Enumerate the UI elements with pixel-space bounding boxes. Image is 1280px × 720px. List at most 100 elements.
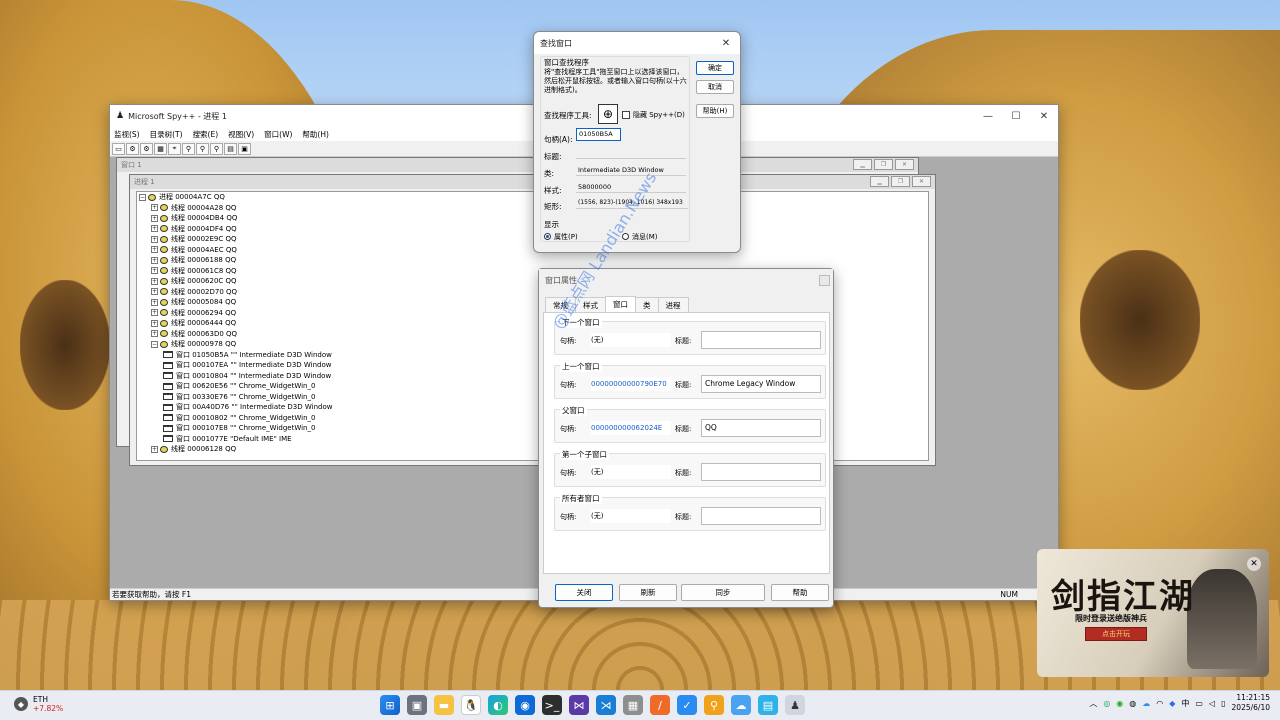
tray-app-icon[interactable]: ◎: [1103, 699, 1110, 708]
tray-lang[interactable]: 中: [1181, 698, 1189, 709]
mdi-back-title-bar[interactable]: 窗口 1 ▁ ❐ ✕: [117, 158, 918, 172]
spy-taskbar-icon[interactable]: ♟: [785, 695, 805, 715]
refresh-button[interactable]: 刷新: [619, 584, 677, 601]
mdi-front-minimize[interactable]: ▁: [870, 176, 889, 187]
find-close-button[interactable]: ✕: [712, 32, 740, 54]
tree-collapse-icon[interactable]: −: [139, 193, 146, 201]
refresh-icon[interactable]: ▣: [238, 142, 251, 155]
tree-expand-icon[interactable]: +: [151, 277, 158, 285]
log-messages-icon[interactable]: ▦: [154, 142, 167, 155]
windows-view-icon[interactable]: ▭: [112, 142, 125, 155]
edge-icon[interactable]: ◐: [488, 695, 508, 715]
menu-window[interactable]: 窗口(W): [264, 129, 292, 140]
tree-expand-icon[interactable]: +: [151, 445, 158, 453]
tray-wechat-icon[interactable]: ◉: [1116, 699, 1123, 708]
visual-studio-icon[interactable]: ⋈: [569, 695, 589, 715]
weather-icon[interactable]: ☁: [731, 695, 751, 715]
find-prev-icon[interactable]: ⚲: [210, 142, 223, 155]
tree-expand-icon[interactable]: +: [151, 235, 158, 243]
relation-handle-value[interactable]: 000000000062024E: [591, 421, 671, 435]
tree-expand-icon[interactable]: +: [151, 267, 158, 275]
find-window-icon[interactable]: ⌖: [168, 142, 181, 155]
maximize-button[interactable]: ☐: [1002, 105, 1030, 127]
tab-class[interactable]: 类: [635, 297, 659, 313]
mdi-back-close[interactable]: ✕: [895, 159, 914, 170]
binoculars-icon[interactable]: ⚲: [182, 142, 195, 155]
tab-windows[interactable]: 窗口: [605, 296, 636, 312]
tree-expand-icon[interactable]: +: [151, 225, 158, 233]
mdi-front-close[interactable]: ✕: [912, 176, 931, 187]
hide-spy-checkbox[interactable]: [622, 111, 630, 119]
properties-icon[interactable]: ▤: [224, 142, 237, 155]
ad-play-button[interactable]: 点击开玩: [1085, 627, 1147, 641]
tree-expand-icon[interactable]: +: [151, 309, 158, 317]
tray-wifi-icon[interactable]: ◠: [1156, 699, 1163, 708]
mdi-back-restore[interactable]: ❐: [874, 159, 893, 170]
help-button[interactable]: 帮助(H): [696, 104, 734, 118]
close-props-button[interactable]: 关闭: [555, 584, 613, 601]
tray-cloud-icon[interactable]: ☁: [1142, 699, 1150, 708]
tray-qq-icon[interactable]: ◍: [1129, 699, 1136, 708]
game-ad-popup[interactable]: 剑指江湖 限时登录送绝版神兵 点击开玩 ✕: [1037, 549, 1269, 677]
calculator-icon[interactable]: ▦: [623, 695, 643, 715]
app-orange-icon[interactable]: ∕: [650, 695, 670, 715]
tray-chevron-icon[interactable]: ︿: [1089, 698, 1097, 709]
file-explorer-icon[interactable]: ▬: [434, 695, 454, 715]
properties-radio[interactable]: [544, 233, 551, 240]
ad-close-icon[interactable]: ✕: [1247, 557, 1261, 571]
task-view-icon[interactable]: ▣: [407, 695, 427, 715]
menu-help[interactable]: 帮助(H): [302, 129, 329, 140]
find-window-dialog[interactable]: 查找窗口 ✕ 窗口查找程序 将"查找程序工具"拖至窗口上以选择该窗口，然后松开鼠…: [533, 31, 741, 253]
tray-battery-icon[interactable]: ▯: [1221, 699, 1225, 708]
tree-expand-icon[interactable]: +: [151, 298, 158, 306]
tab-process[interactable]: 进程: [657, 297, 689, 313]
minimize-button[interactable]: —: [974, 105, 1002, 127]
mdi-back-minimize[interactable]: ▁: [853, 159, 872, 170]
todo-icon[interactable]: ✓: [677, 695, 697, 715]
start-icon[interactable]: ⊞: [380, 695, 400, 715]
search-tool-icon[interactable]: ⚲: [704, 695, 724, 715]
handle-input[interactable]: 01050B5A: [576, 128, 621, 141]
tray-volume-icon[interactable]: ◁: [1209, 699, 1215, 708]
tree-expand-icon[interactable]: +: [151, 256, 158, 264]
props-close-button[interactable]: [819, 274, 830, 286]
stock-widget[interactable]: ◆ ETH +7.82%: [14, 695, 63, 713]
props-help-button[interactable]: 帮助: [771, 584, 829, 601]
find-next-icon[interactable]: ⚲: [196, 142, 209, 155]
menu-spy[interactable]: 监视(S): [114, 129, 140, 140]
tree-thread-node[interactable]: + 线程 00006188 QQ: [137, 255, 928, 266]
browser-icon[interactable]: ◉: [515, 695, 535, 715]
clock[interactable]: 11:21:15 2025/6/10: [1232, 693, 1270, 713]
relation-handle-value[interactable]: 00000000000790E70: [591, 377, 671, 391]
finder-tool-label: 查找程序工具:: [544, 111, 592, 120]
sync-button[interactable]: 同步: [681, 584, 765, 601]
ok-button[interactable]: 确定: [696, 61, 734, 75]
qq-icon[interactable]: 🐧: [461, 695, 481, 715]
tree-expand-icon[interactable]: +: [151, 204, 158, 212]
window-properties-dialog[interactable]: 窗口属性 常规 样式 窗口 类 进程 下一个窗口 句柄: (无) 标题: 上一个窗口 句柄…: [538, 268, 834, 608]
finder-tool-crosshair-icon[interactable]: ⊕: [598, 104, 618, 124]
threads-view-icon[interactable]: ⚙: [140, 142, 153, 155]
find-title-bar[interactable]: 查找窗口 ✕: [534, 32, 740, 54]
tray-network-icon[interactable]: ▭: [1195, 699, 1203, 708]
vscode-icon[interactable]: ⋊: [596, 695, 616, 715]
photos-icon[interactable]: ▤: [758, 695, 778, 715]
tree-expand-icon[interactable]: +: [151, 246, 158, 254]
tree-expand-icon[interactable]: +: [151, 330, 158, 338]
tree-node-label: 窗口 000107EA "" Intermediate D3D Window: [176, 361, 332, 369]
terminal-icon[interactable]: >_: [542, 695, 562, 715]
menu-view[interactable]: 视图(V): [228, 129, 254, 140]
tree-collapse-icon[interactable]: −: [151, 340, 158, 348]
mdi-front-restore[interactable]: ❐: [891, 176, 910, 187]
cancel-button[interactable]: 取消: [696, 80, 734, 94]
menu-tree[interactable]: 目录树(T): [150, 129, 183, 140]
processes-view-icon[interactable]: ⚙: [126, 142, 139, 155]
tree-expand-icon[interactable]: +: [151, 214, 158, 222]
close-button[interactable]: ✕: [1030, 105, 1058, 127]
tree-expand-icon[interactable]: +: [151, 288, 158, 296]
menu-search[interactable]: 搜索(E): [193, 129, 219, 140]
tray-shield-icon[interactable]: ◆: [1169, 699, 1175, 708]
thread-node-icon: [160, 277, 168, 285]
tree-node-label: 线程 00004AEC QQ: [171, 245, 237, 254]
tree-expand-icon[interactable]: +: [151, 319, 158, 327]
